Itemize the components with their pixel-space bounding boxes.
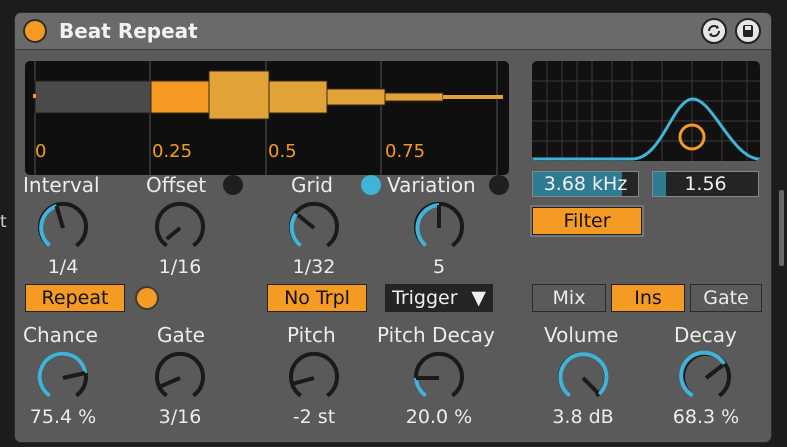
device-title: Beat Repeat <box>59 19 198 43</box>
chance-label: Chance <box>23 323 98 347</box>
pitch-knob[interactable] <box>283 347 345 409</box>
pitch-decay-value: 20.0 % <box>405 406 473 428</box>
chance-value: 75.4 % <box>29 406 97 428</box>
mix-button[interactable]: Mix <box>532 284 606 312</box>
hot-swap-icon[interactable] <box>701 18 727 44</box>
pitch-value: -2 st <box>292 406 336 428</box>
timeline-tick-2: 0.5 <box>268 141 297 162</box>
variation-label: Variation <box>387 173 476 197</box>
insert-button[interactable]: Ins <box>611 284 685 312</box>
chevron-down-icon: ▼ <box>471 287 486 309</box>
variation-knob[interactable] <box>408 197 470 259</box>
chance-knob[interactable] <box>32 347 94 409</box>
filter-q-field[interactable]: 1.56 <box>652 171 759 197</box>
decay-label: Decay <box>674 323 737 347</box>
gate-knob[interactable] <box>149 347 211 409</box>
pitch-decay-label: Pitch Decay <box>377 323 495 347</box>
timeline-tick-1: 0.25 <box>152 141 193 162</box>
pitch-decay-knob[interactable] <box>408 347 470 409</box>
interval-label: Interval <box>23 173 100 197</box>
filter-frequency-field[interactable]: 3.68 kHz <box>532 171 639 197</box>
decay-knob[interactable] <box>675 347 737 409</box>
gate-value: 3/16 <box>158 406 202 428</box>
variation-value: 5 <box>432 256 446 278</box>
gate-mode-button[interactable]: Gate <box>690 284 762 312</box>
pitch-label: Pitch <box>287 323 336 347</box>
device-power-toggle[interactable] <box>23 19 47 43</box>
offset-knob[interactable] <box>149 197 211 259</box>
repeat-indicator[interactable] <box>137 288 157 308</box>
gate-label: Gate <box>157 323 205 347</box>
volume-knob[interactable] <box>552 347 614 409</box>
variation-mod-indicator[interactable] <box>489 175 509 195</box>
trigger-dropdown[interactable]: Trigger ▼ <box>385 284 493 312</box>
volume-label: Volume <box>544 323 619 347</box>
grid-label: Grid <box>291 173 333 197</box>
trigger-dropdown-label: Trigger <box>392 287 458 309</box>
edge-text: t <box>0 212 7 232</box>
timeline-tick-0: 0 <box>35 141 47 162</box>
grid-knob[interactable] <box>283 197 345 259</box>
save-preset-icon[interactable] <box>735 18 761 44</box>
offset-label: Offset <box>146 173 207 197</box>
interval-knob[interactable] <box>32 197 94 259</box>
no-triplet-button[interactable]: No Trpl <box>267 284 367 312</box>
offset-mod-indicator[interactable] <box>223 175 243 195</box>
grid-value: 1/32 <box>292 256 336 278</box>
filter-curve-display[interactable] <box>532 61 760 161</box>
device-titlebar: Beat Repeat <box>15 13 771 50</box>
decay-value: 68.3 % <box>672 406 740 428</box>
offset-value: 1/16 <box>158 256 202 278</box>
interval-value: 1/4 <box>47 256 79 278</box>
volume-value: 3.8 dB <box>552 406 614 428</box>
repeat-timeline-display[interactable] <box>25 61 509 175</box>
timeline-tick-3: 0.75 <box>385 141 426 162</box>
beat-repeat-device: Beat Repeat 0 0.25 0.5 0.75 3.68 kHz 1.5… <box>14 12 772 443</box>
repeat-button[interactable]: Repeat <box>25 284 125 312</box>
grid-mod-indicator[interactable] <box>361 175 381 195</box>
filter-toggle-button[interactable]: Filter <box>532 207 642 235</box>
scrollbar[interactable] <box>779 190 784 266</box>
